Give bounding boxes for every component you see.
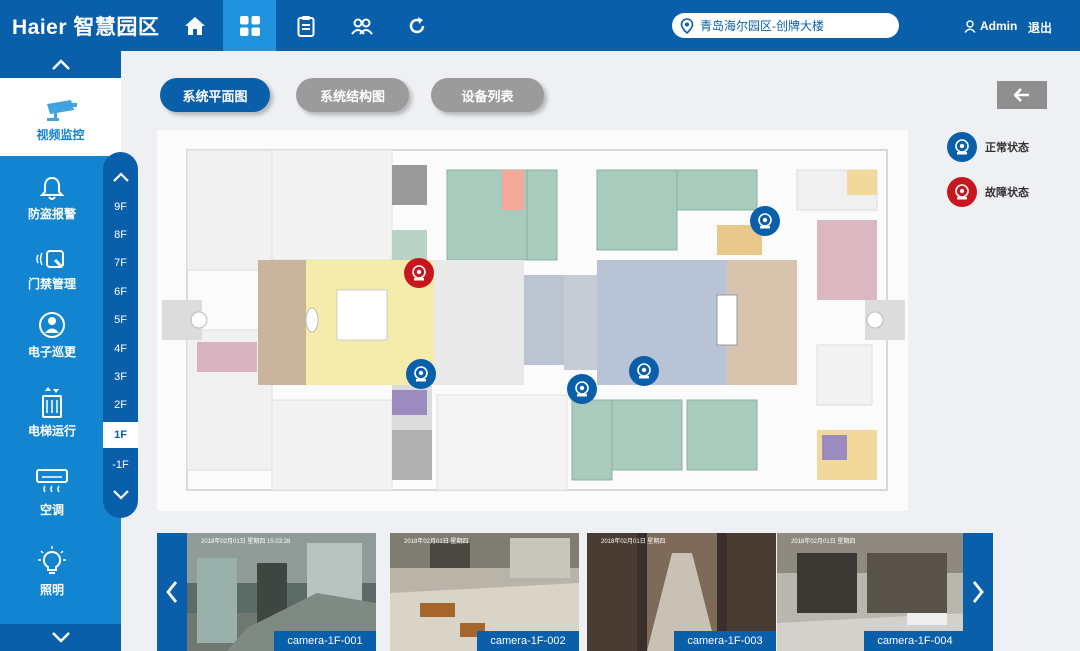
camera-timestamp: 2018年02月01日 星期四 — [404, 539, 469, 545]
camera-feed[interactable]: 2018年02月01日 星期四 camera-1F-004 — [777, 533, 966, 651]
camera-timestamp: 2018年02月01日 星期四 15:03:28 — [201, 539, 291, 545]
access-card-icon — [36, 250, 64, 269]
camera-icon — [758, 213, 772, 229]
sidebar-item-access[interactable]: 门禁管理 — [0, 247, 104, 292]
grid-icon — [239, 15, 260, 36]
camera-normal-icon — [947, 132, 977, 162]
legend-fault-label: 故障状态 — [985, 187, 1029, 199]
sidebar-item-alarm[interactable]: 防盗报警 — [0, 175, 104, 222]
camera-strip: 2018年02月01日 星期四 15:03:28 camera-1F-001 2… — [157, 533, 993, 651]
lightbulb-icon — [38, 546, 66, 574]
chevron-up-icon — [112, 172, 129, 182]
nav-group[interactable] — [335, 0, 388, 51]
camera-timestamp: 2018年02月01日 星期四 — [601, 539, 666, 545]
location-selector[interactable]: 青岛海尔园区-创牌大楼 — [672, 13, 899, 38]
floor-7F[interactable]: 7F — [103, 250, 138, 276]
camera-icon — [575, 381, 589, 397]
floor-2F[interactable]: 2F — [103, 392, 138, 418]
camera-feed[interactable]: 2018年02月01日 星期四 camera-1F-003 — [587, 533, 776, 651]
camera-timestamp: 2018年02月01日 星期四 — [791, 539, 856, 545]
tab-device-list[interactable]: 设备列表 — [431, 78, 544, 112]
floor-plan-map — [157, 130, 908, 511]
camera-label: camera-1F-004 — [864, 631, 966, 651]
sidebar-item-label: 空调 — [39, 503, 64, 517]
elevator-icon — [42, 387, 62, 418]
legend-normal: 正常状态 — [947, 132, 1029, 162]
map-pin-icon — [680, 17, 694, 34]
camera-label: camera-1F-002 — [477, 631, 579, 651]
logout-button[interactable]: 退出 — [1028, 19, 1052, 36]
sidebar-item-patrol[interactable]: 电子巡更 — [0, 311, 104, 360]
refresh-icon — [409, 16, 424, 33]
sidebar-item-label: 电梯运行 — [27, 424, 76, 438]
sidebar-scroll-down[interactable] — [0, 624, 121, 651]
floor-B1[interactable]: -1F — [103, 452, 138, 478]
floor-8F[interactable]: 8F — [103, 222, 138, 248]
patrol-icon — [39, 312, 65, 338]
camera-label: camera-1F-001 — [274, 631, 376, 651]
strip-next-button[interactable] — [963, 533, 993, 651]
chevron-left-icon — [166, 581, 178, 603]
camera-feed[interactable]: 2018年02月01日 星期四 camera-1F-002 — [390, 533, 579, 651]
floor-3F[interactable]: 3F — [103, 364, 138, 390]
map-camera-normal[interactable] — [629, 356, 659, 386]
sidebar-item-video[interactable]: 视频监控 — [0, 98, 121, 143]
floor-plan-drawing — [157, 130, 908, 511]
sidebar-item-label: 照明 — [39, 583, 64, 597]
sidebar-item-label: 电子巡更 — [27, 345, 76, 359]
floor-1F[interactable]: 1F — [103, 422, 138, 448]
chevron-right-icon — [972, 581, 984, 603]
floor-down-button[interactable] — [103, 482, 138, 508]
cctv-camera-icon — [46, 100, 77, 121]
sidebar-item-label: 门禁管理 — [27, 277, 76, 291]
sidebar-item-label: 视频监控 — [36, 128, 85, 142]
nav-clipboard[interactable] — [279, 0, 332, 51]
bell-icon — [40, 176, 64, 200]
user-menu[interactable]: Admin — [964, 19, 1017, 33]
floor-selector: 9F 8F 7F 6F 5F 4F 3F 2F 1F -1F — [103, 152, 138, 518]
sidebar-item-aircon[interactable]: 空调 — [0, 469, 104, 518]
floor-9F[interactable]: 9F — [103, 194, 138, 220]
map-camera-fault[interactable] — [404, 258, 434, 288]
nav-refresh[interactable] — [390, 0, 443, 51]
user-icon — [964, 19, 976, 33]
map-camera-normal[interactable] — [750, 206, 780, 236]
sidebar-item-label: 防盗报警 — [27, 207, 76, 221]
legend-normal-label: 正常状态 — [985, 142, 1029, 154]
strip-prev-button[interactable] — [157, 533, 187, 651]
location-text: 青岛海尔园区-创牌大楼 — [700, 19, 824, 33]
group-icon — [350, 18, 373, 35]
chevron-down-icon — [112, 490, 129, 500]
sidebar-scroll-up[interactable] — [0, 51, 121, 78]
brand-logo: Haier 智慧园区 — [12, 16, 160, 39]
back-button[interactable] — [997, 81, 1047, 109]
arrow-left-icon — [1014, 88, 1029, 102]
floor-4F[interactable]: 4F — [103, 336, 138, 362]
user-name: Admin — [980, 19, 1018, 33]
floor-up-button[interactable] — [103, 164, 138, 190]
camera-icon — [637, 363, 651, 379]
clipboard-icon — [297, 15, 314, 37]
nav-grid[interactable] — [223, 0, 276, 51]
camera-icon — [412, 265, 426, 281]
chevron-up-icon — [51, 59, 70, 70]
camera-fault-icon — [947, 177, 977, 207]
camera-feed[interactable]: 2018年02月01日 星期四 15:03:28 camera-1F-001 — [187, 533, 376, 651]
camera-label: camera-1F-003 — [674, 631, 776, 651]
air-conditioner-icon — [36, 469, 68, 493]
legend-fault: 故障状态 — [947, 177, 1029, 207]
top-bar: Haier 智慧园区 青岛海尔园区-创牌大楼 Admin 退出 — [0, 0, 1080, 51]
tab-floor-plan[interactable]: 系统平面图 — [160, 78, 270, 112]
map-camera-normal[interactable] — [406, 359, 436, 389]
sidebar-item-lighting[interactable]: 照明 — [0, 545, 104, 598]
tab-structure[interactable]: 系统结构图 — [296, 78, 409, 112]
floor-5F[interactable]: 5F — [103, 307, 138, 333]
camera-icon — [414, 366, 428, 382]
home-icon — [184, 16, 205, 35]
chevron-down-icon — [51, 632, 70, 643]
map-camera-normal[interactable] — [567, 374, 597, 404]
nav-home[interactable] — [168, 0, 221, 51]
floor-6F[interactable]: 6F — [103, 279, 138, 305]
sidebar-item-elevator[interactable]: 电梯运行 — [0, 386, 104, 439]
